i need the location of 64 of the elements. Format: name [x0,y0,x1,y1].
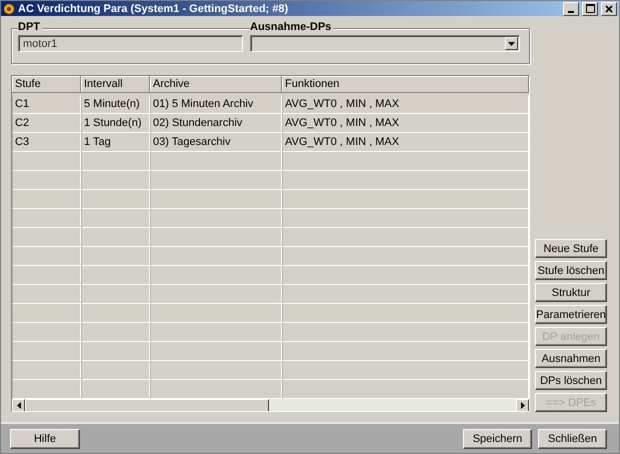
table-cell: 1 Stunde(n) [81,114,150,134]
empty-table-cell [12,266,81,286]
help-button[interactable]: Hilfe [10,428,80,449]
empty-table-cell [81,323,150,342]
table-cell: AVG_WT0 , MIN , MAX [282,133,529,152]
empty-table-cell [81,285,150,304]
action-button[interactable]: Parametrieren [535,305,607,324]
empty-table-cell [81,342,150,362]
exceptions-dropdown[interactable] [250,35,520,52]
horizontal-scrollbar[interactable] [12,399,529,412]
scroll-right-icon[interactable] [516,399,529,412]
table-cell: 5 Minute(n) [81,95,150,114]
empty-table-cell [12,152,81,172]
table-cell: 03) Tagesarchiv [150,133,282,152]
action-button[interactable]: Neue Stufe [535,239,607,258]
empty-table-cell [81,266,150,286]
scrollbar-thumb[interactable] [25,399,269,412]
dpt-field[interactable]: motor1 [18,35,243,52]
table-cell: 01) 5 Minuten Archiv [150,95,282,114]
minimize-button[interactable] [563,2,579,16]
empty-table-cell [81,152,150,172]
column-header[interactable]: Stufe [12,76,81,94]
minimize-icon [568,10,574,13]
empty-table-cell [12,247,81,266]
footer-button[interactable]: Schließen [538,428,607,449]
column-header[interactable]: Archive [150,76,282,94]
empty-table-cell [81,304,150,324]
empty-table-cell [12,171,81,190]
maximize-icon [586,4,594,14]
footer-button[interactable]: Speichern [463,428,532,449]
empty-table-cell [81,247,150,266]
empty-table-cell [12,304,81,324]
table-cell: C1 [12,95,81,114]
table-cell: AVG_WT0 , MIN , MAX [282,95,529,114]
window-title: AC Verdichtung Para (System1 - GettingStarted; #8) [18,2,290,15]
empty-table-cell [12,228,81,248]
exceptions-label: Ausnahme-DPs [250,21,334,34]
empty-table-cell [12,342,81,362]
table-cell: AVG_WT0 , MIN , MAX [282,114,529,134]
close-icon [605,4,613,13]
empty-table-cell [81,361,150,380]
empty-table-cell [81,228,150,248]
empty-table-cell [81,171,150,190]
action-button[interactable]: DPs löschen [535,371,607,390]
table-cell: C3 [12,133,81,152]
empty-table-cell [12,285,81,304]
empty-table-cell [12,209,81,228]
empty-table-cell [81,209,150,228]
action-button[interactable]: Stufe löschen [535,261,607,280]
column-header[interactable]: Intervall [81,76,150,94]
table-cell: C2 [12,114,81,134]
table-cell: 02) Stundenarchiv [150,114,282,134]
table-cell: 1 Tag [81,133,150,152]
empty-table-cell [81,190,150,210]
scroll-left-icon[interactable] [12,399,25,412]
empty-table-cell [12,361,81,380]
maximize-button[interactable] [582,2,598,16]
action-button[interactable]: Ausnahmen [535,349,607,368]
empty-table-cell [12,323,81,342]
column-header[interactable]: Funktionen [282,76,529,94]
empty-table-cell [12,190,81,210]
gear-icon [3,2,15,15]
action-button[interactable]: Struktur [535,283,607,302]
close-button[interactable] [601,2,617,16]
